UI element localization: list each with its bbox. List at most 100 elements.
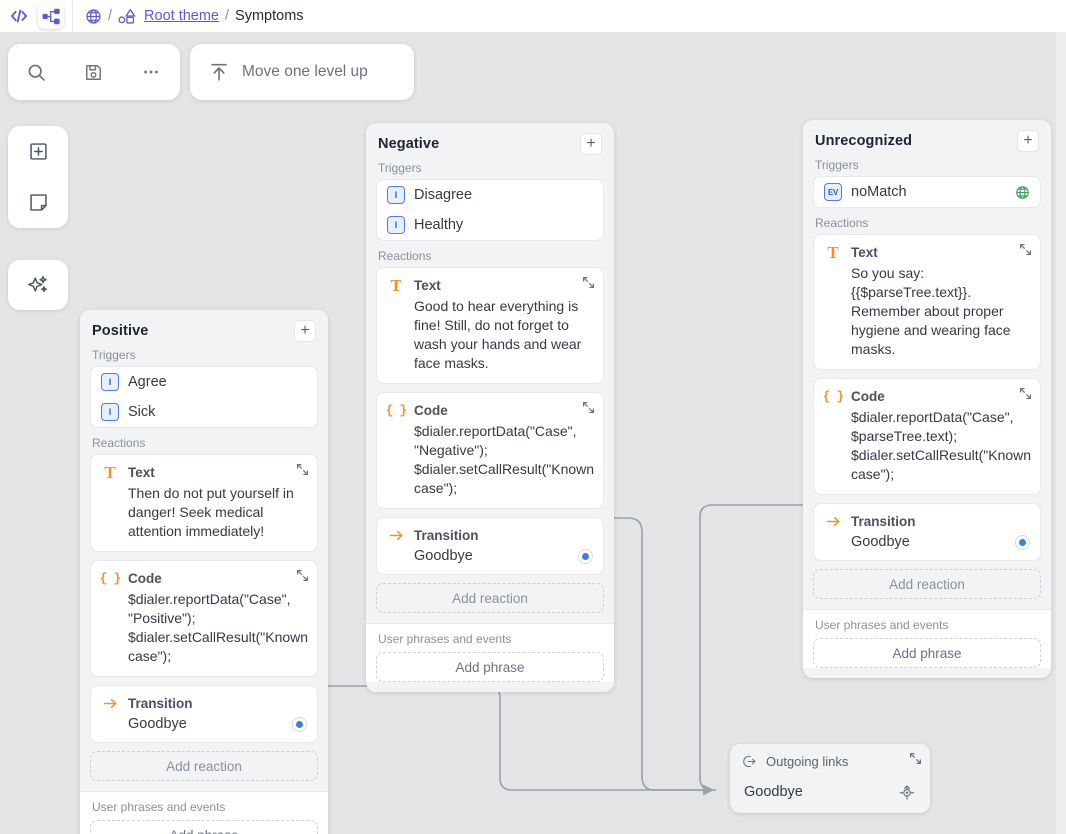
add-phrase-button[interactable]: Add phrase: [376, 652, 604, 682]
text-icon: T: [101, 463, 119, 481]
add-state-icon: [28, 141, 49, 162]
reaction-code[interactable]: { } Code $dialer.reportData("Case", "Pos…: [90, 560, 318, 677]
sticky-note-icon: [28, 192, 49, 213]
outgoing-links-card[interactable]: Outgoing links Goodbye: [730, 744, 930, 813]
reaction-body: Then do not put yourself in danger! Seek…: [101, 484, 307, 541]
collapse-icon[interactable]: [909, 752, 922, 765]
add-phrase-button[interactable]: Add phrase: [90, 820, 318, 834]
breadcrumb-separator-1: /: [108, 8, 112, 24]
move-up-icon: [208, 61, 230, 83]
reaction-code[interactable]: { } Code $dialer.reportData("Case", "Neg…: [376, 392, 604, 509]
reaction-type: Transition: [851, 514, 916, 529]
save-button[interactable]: [75, 53, 113, 91]
reaction-transition[interactable]: Transition Goodbye: [90, 685, 318, 743]
reaction-transition[interactable]: Transition Goodbye: [813, 503, 1041, 561]
trigger-name: Disagree: [414, 187, 472, 203]
canvas-toolbar: [8, 44, 180, 100]
reaction-header: { } Code: [101, 569, 307, 587]
reaction-text[interactable]: T Text Then do not put yourself in dange…: [90, 454, 318, 552]
reaction-transition[interactable]: Transition Goodbye: [376, 517, 604, 575]
trigger-row[interactable]: I Sick: [91, 397, 317, 427]
code-brackets-icon: [9, 6, 29, 26]
link-positive-goodbye: [303, 686, 700, 790]
collapse-icon[interactable]: [1019, 387, 1032, 400]
reaction-text[interactable]: T Text Good to hear everything is fine! …: [376, 267, 604, 384]
globe-icon[interactable]: [1015, 185, 1030, 200]
canvas-right-edge: [1056, 32, 1066, 834]
triggers-panel: EV noMatch: [813, 176, 1041, 208]
card-title: Positive: [92, 323, 148, 339]
state-card-unrecognized[interactable]: Unrecognized + Triggers EV noMatch React…: [803, 120, 1051, 678]
triggers-panel: I Disagree I Healthy: [376, 179, 604, 241]
outgoing-link-target: Goodbye: [744, 784, 803, 800]
connector-dot[interactable]: [1015, 535, 1030, 550]
globe-icon[interactable]: [85, 8, 102, 25]
collapse-icon[interactable]: [1019, 243, 1032, 256]
add-phrase-button[interactable]: Add phrase: [813, 638, 1041, 668]
reaction-type: Text: [851, 245, 878, 260]
reaction-body: So you say: {{$parseTree.text}}. Remembe…: [824, 264, 1030, 359]
topbar-divider: [72, 0, 73, 32]
reaction-code[interactable]: { } Code $dialer.reportData("Case", $par…: [813, 378, 1041, 495]
collapse-icon[interactable]: [296, 463, 309, 476]
card-title: Negative: [378, 136, 439, 152]
connector-dot[interactable]: [292, 717, 307, 732]
search-button[interactable]: [18, 53, 56, 91]
triggers-label: Triggers: [366, 161, 614, 179]
more-options-button[interactable]: [132, 53, 170, 91]
trigger-name: Agree: [128, 374, 167, 390]
reaction-text[interactable]: T Text So you say: {{$parseTree.text}}. …: [813, 234, 1041, 370]
reaction-type: Text: [414, 278, 441, 293]
trigger-row[interactable]: I Disagree: [377, 180, 603, 210]
add-state-button[interactable]: [20, 134, 56, 170]
add-to-state-button[interactable]: +: [294, 320, 316, 342]
connector-dot[interactable]: [578, 549, 593, 564]
reaction-header: { } Code: [387, 401, 593, 419]
add-reaction-button[interactable]: Add reaction: [813, 569, 1041, 599]
breadcrumb-root-theme[interactable]: Root theme: [144, 8, 219, 24]
transition-target: Goodbye: [851, 534, 910, 550]
transition-icon: [101, 694, 119, 712]
reaction-type: Code: [128, 571, 162, 586]
card-header: Negative +: [366, 123, 614, 161]
state-card-negative[interactable]: Negative + Triggers I Disagree I Healthy…: [366, 123, 614, 692]
transition-target: Goodbye: [128, 716, 187, 732]
flow-view-button[interactable]: [38, 3, 64, 29]
trigger-row[interactable]: I Agree: [91, 367, 317, 397]
trigger-name: noMatch: [851, 184, 907, 200]
collapse-icon[interactable]: [582, 401, 595, 414]
add-note-button[interactable]: [20, 185, 56, 221]
ai-assistant-button[interactable]: [20, 267, 56, 303]
outgoing-link-row[interactable]: Goodbye: [730, 777, 930, 813]
code-icon: { }: [824, 387, 842, 405]
flow-tree-icon: [42, 7, 61, 26]
link-arrowhead: [703, 785, 714, 796]
collapse-icon[interactable]: [582, 276, 595, 289]
intent-badge-icon: I: [101, 403, 119, 421]
canvas-tool-rail: [8, 126, 68, 228]
add-reaction-button[interactable]: Add reaction: [90, 751, 318, 781]
add-to-state-button[interactable]: +: [1017, 130, 1039, 152]
transition-icon: [387, 526, 405, 544]
trigger-row[interactable]: EV noMatch: [814, 177, 1040, 207]
graph-canvas[interactable]: Move one level up: [0, 32, 1056, 834]
reaction-type: Transition: [128, 696, 193, 711]
triggers-label: Triggers: [803, 158, 1051, 176]
ai-assistant-rail: [8, 260, 68, 310]
reaction-header: { } Code: [824, 387, 1030, 405]
reaction-header: Transition: [101, 694, 307, 712]
sparkle-icon: [27, 274, 49, 296]
top-bar: / Root theme / Symptoms: [0, 0, 1066, 32]
target-crosshair-icon[interactable]: [898, 783, 916, 801]
move-one-level-up-button[interactable]: Move one level up: [190, 44, 414, 100]
code-view-button[interactable]: [6, 3, 32, 29]
add-to-state-button[interactable]: +: [580, 133, 602, 155]
collapse-icon[interactable]: [296, 569, 309, 582]
search-icon: [26, 62, 47, 83]
trigger-row[interactable]: I Healthy: [377, 210, 603, 240]
user-phrases-label: User phrases and events: [366, 632, 614, 652]
state-card-positive[interactable]: Positive + Triggers I Agree I Sick React…: [80, 310, 328, 834]
text-icon: T: [387, 276, 405, 294]
event-badge-icon: EV: [824, 183, 842, 201]
add-reaction-button[interactable]: Add reaction: [376, 583, 604, 613]
